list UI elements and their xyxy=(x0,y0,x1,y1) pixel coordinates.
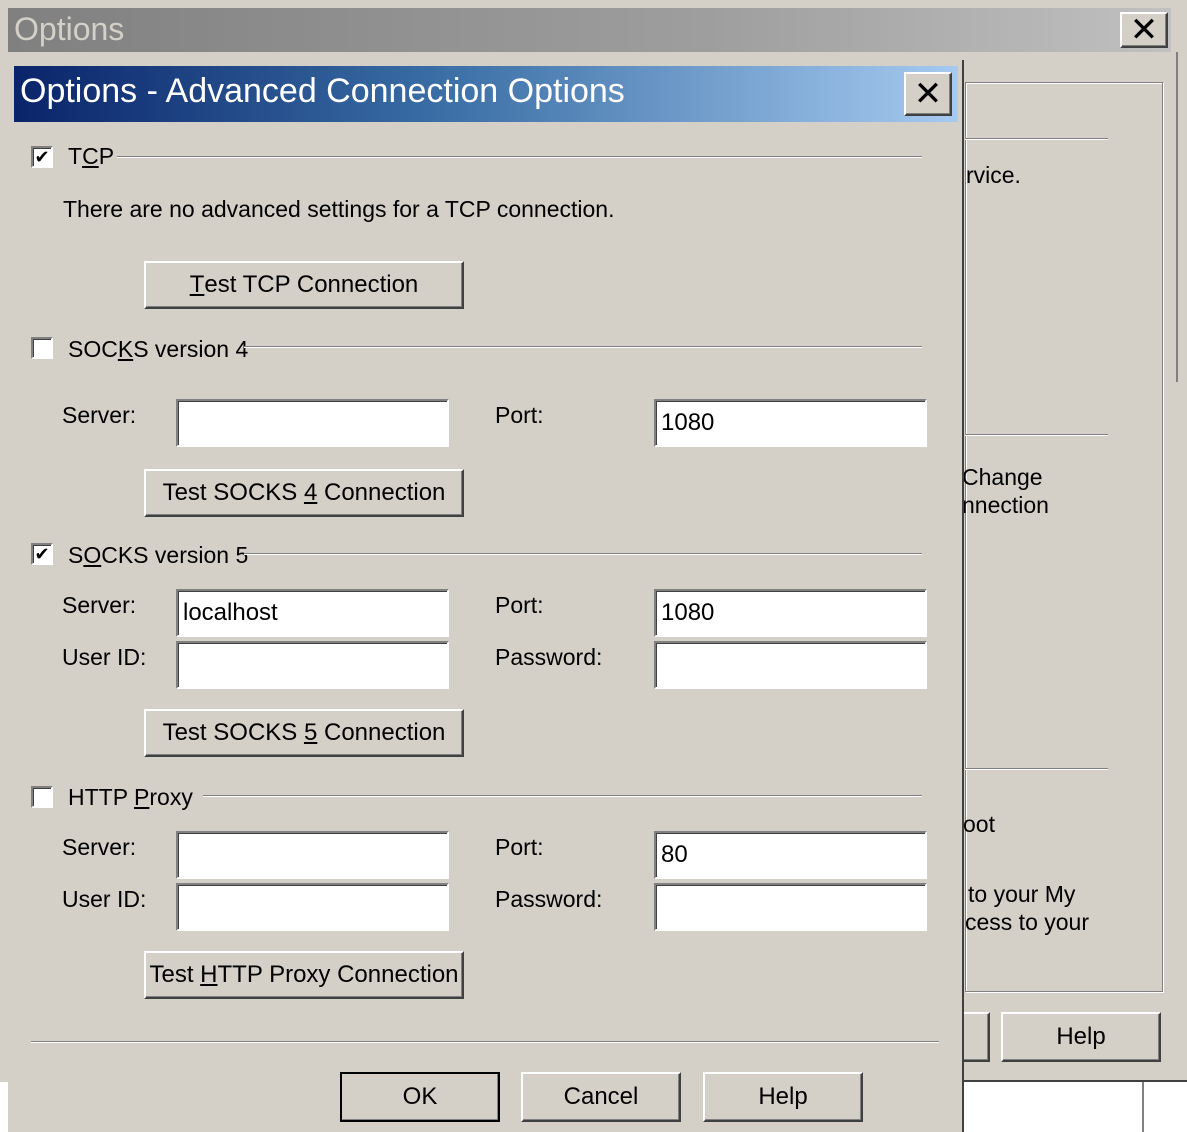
socks5-userid-label: User ID: xyxy=(62,644,147,670)
checkmark-icon: ✔ xyxy=(34,147,50,167)
http-proxy-checkbox[interactable] xyxy=(31,786,53,808)
socks4-port-input[interactable] xyxy=(654,399,927,447)
socks4-checkbox[interactable] xyxy=(31,337,53,359)
http-proxy-group-line xyxy=(203,795,922,797)
socks5-userid-input[interactable] xyxy=(176,641,449,689)
socks5-server-input[interactable] xyxy=(176,589,449,637)
socks5-group-line xyxy=(244,553,922,555)
help-button[interactable]: Help xyxy=(703,1072,863,1122)
dialog-title: Options - Advanced Connection Options xyxy=(20,72,625,110)
outer-partial-text-4: oot xyxy=(963,811,995,837)
outer-title-bar xyxy=(8,8,1171,52)
http-password-label: Password: xyxy=(495,886,603,912)
socks4-server-label: Server: xyxy=(62,402,137,428)
http-userid-input[interactable] xyxy=(176,883,449,931)
http-server-input[interactable] xyxy=(176,831,449,879)
desktop-background xyxy=(964,1082,1187,1132)
outer-partial-text-1: rvice. xyxy=(966,162,1021,188)
dialog-bottom-separator xyxy=(31,1041,939,1043)
http-proxy-label[interactable]: HTTP Proxy xyxy=(68,784,193,811)
desktop-edge-line xyxy=(1142,1082,1144,1132)
test-tcp-button[interactable]: Test TCP Connection xyxy=(144,261,464,309)
dialog-close-button[interactable]: ✕ xyxy=(904,72,952,116)
socks4-server-input[interactable] xyxy=(176,399,449,447)
socks4-group-line xyxy=(244,346,922,348)
checkmark-icon: ✔ xyxy=(34,544,50,564)
socks5-port-label: Port: xyxy=(495,592,544,618)
outer-partial-text-5: to your My xyxy=(968,881,1076,907)
outer-bottom-border xyxy=(964,1080,1187,1082)
test-socks5-button[interactable]: Test SOCKS 5 Connection xyxy=(144,709,464,757)
ok-button[interactable]: OK xyxy=(340,1072,500,1122)
outer-group-box xyxy=(965,82,1163,992)
socks4-port-label: Port: xyxy=(495,402,544,428)
http-server-label: Server: xyxy=(62,834,137,860)
outer-separator-1 xyxy=(965,138,1108,140)
outer-separator-3 xyxy=(965,768,1108,770)
http-port-input[interactable] xyxy=(654,831,927,879)
tcp-group-line xyxy=(117,156,922,158)
socks5-password-input[interactable] xyxy=(654,641,927,689)
test-http-proxy-button[interactable]: Test H TTP Proxy Connection xyxy=(144,951,464,999)
tcp-label[interactable]: TCP xyxy=(68,143,114,170)
cancel-button[interactable]: Cancel xyxy=(521,1072,681,1122)
outer-separator-2 xyxy=(965,434,1108,436)
socks5-label[interactable]: SOCKS version 5 xyxy=(68,542,248,569)
close-icon: ✕ xyxy=(913,75,943,113)
tcp-note: There are no advanced settings for a TCP… xyxy=(63,196,615,222)
outer-right-edge xyxy=(1176,52,1187,382)
outer-partial-text-6: cess to your xyxy=(965,909,1089,935)
test-socks4-button[interactable]: Test SOCKS 4 Connection xyxy=(144,469,464,517)
outer-window-title: Options xyxy=(14,11,125,47)
socks5-port-input[interactable] xyxy=(654,589,927,637)
socks5-password-label: Password: xyxy=(495,644,603,670)
outer-help-button[interactable]: Help xyxy=(1001,1012,1161,1062)
tcp-checkbox[interactable]: ✔ xyxy=(31,146,53,168)
socks4-label[interactable]: SOCKS version 4 xyxy=(68,336,248,363)
http-port-label: Port: xyxy=(495,834,544,860)
http-password-input[interactable] xyxy=(654,883,927,931)
outer-close-button[interactable]: ✕ xyxy=(1120,12,1168,48)
close-icon: ✕ xyxy=(1129,11,1159,49)
outer-partial-text-2: Change xyxy=(962,464,1043,490)
outer-partial-text-3: nnection xyxy=(962,492,1049,518)
http-userid-label: User ID: xyxy=(62,886,147,912)
socks5-server-label: Server: xyxy=(62,592,137,618)
socks5-checkbox[interactable]: ✔ xyxy=(31,543,53,565)
